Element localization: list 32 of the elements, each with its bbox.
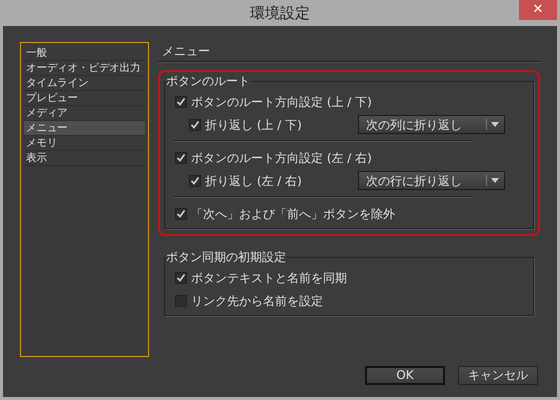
checkbox-option[interactable]: ボタンテキストと名前を同期 (175, 268, 347, 286)
checkbox[interactable] (175, 96, 187, 108)
dialog-button[interactable]: OK (365, 366, 445, 385)
checkbox[interactable] (175, 294, 187, 306)
checkbox[interactable] (175, 152, 187, 164)
sidebar-item[interactable]: 一般 (24, 46, 145, 61)
sidebar-item[interactable]: オーディオ・ビデオ出力 (24, 61, 145, 76)
sidebar-item[interactable]: メモリ (24, 136, 145, 151)
window-title: 環境設定 (250, 2, 310, 24)
dropdown-arrow-icon (491, 122, 499, 127)
close-button[interactable]: ✕ (519, 0, 557, 20)
checkbox[interactable] (175, 272, 187, 284)
sidebar-item[interactable]: プレビュー (24, 91, 145, 106)
checkbox-option[interactable]: リンク先から名前を設定 (175, 292, 323, 310)
dropdown[interactable]: 次の列に折り返し (358, 115, 505, 134)
group-title: ボタンのルート (165, 73, 251, 90)
checkbox-option[interactable]: ボタンのルート方向設定 (上 / 下) (175, 92, 372, 110)
sidebar-item[interactable]: タイムライン (24, 76, 145, 91)
sidebar-item[interactable]: メニュー (24, 121, 145, 136)
checkbox[interactable] (175, 208, 187, 220)
section-heading: メニュー (161, 44, 211, 58)
checkbox-option[interactable]: 「次へ」および「前へ」ボタンを除外 (175, 204, 395, 222)
checkbox[interactable] (189, 118, 201, 130)
dialog-button[interactable]: キャンセル (458, 366, 538, 385)
checkbox-option[interactable]: 折り返し (上 / 下) (189, 116, 302, 134)
checkbox[interactable] (189, 174, 201, 186)
dropdown[interactable]: 次の行に折り返し (358, 171, 505, 190)
checkbox-option[interactable]: ボタンのルート方向設定 (左 / 右) (175, 148, 372, 166)
dropdown-arrow-icon (491, 178, 499, 183)
group-title: ボタン同期の初期設定 (165, 249, 287, 266)
sidebar-item[interactable]: 表示 (24, 151, 145, 166)
checkbox-option[interactable]: 折り返し (左 / 右) (189, 172, 302, 190)
